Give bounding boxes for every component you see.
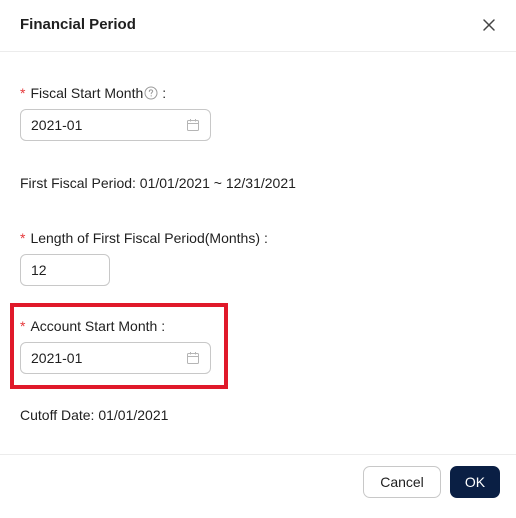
- length-first-period-value: 12: [31, 262, 47, 278]
- ok-button[interactable]: OK: [450, 466, 500, 498]
- account-start-month-label-text: Account Start Month: [30, 318, 158, 334]
- required-mark: *: [20, 230, 26, 246]
- footer-divider: [0, 454, 516, 455]
- financial-period-dialog: Financial Period * Fiscal Start Month : …: [0, 0, 516, 518]
- length-first-period-label: * Length of First Fiscal Period(Months) …: [20, 230, 268, 246]
- label-colon: :: [263, 230, 268, 246]
- length-first-period-input[interactable]: 12: [20, 254, 110, 286]
- length-first-period-label-text: Length of First Fiscal Period(Months): [30, 230, 260, 246]
- calendar-icon[interactable]: [186, 351, 200, 365]
- calendar-icon[interactable]: [186, 118, 200, 132]
- close-icon[interactable]: [479, 15, 499, 35]
- fiscal-start-month-value: 2021-01: [31, 117, 83, 133]
- label-colon: :: [162, 85, 167, 101]
- cancel-button[interactable]: Cancel: [363, 466, 441, 498]
- account-start-month-picker[interactable]: 2021-01: [20, 342, 211, 374]
- dialog-header: Financial Period: [0, 0, 516, 52]
- dialog-title: Financial Period: [20, 16, 136, 33]
- cutoff-date-text: Cutoff Date: 01/01/2021: [20, 407, 169, 423]
- question-circle-icon[interactable]: [144, 86, 158, 100]
- required-mark: *: [20, 85, 26, 101]
- required-mark: *: [20, 318, 26, 334]
- fiscal-start-month-picker[interactable]: 2021-01: [20, 109, 211, 141]
- account-start-month-label: * Account Start Month :: [20, 318, 165, 334]
- fiscal-start-month-label-text: Fiscal Start Month: [30, 85, 144, 101]
- fiscal-start-month-label: * Fiscal Start Month :: [20, 85, 166, 101]
- account-start-month-value: 2021-01: [31, 350, 83, 366]
- label-colon: :: [161, 318, 166, 334]
- first-fiscal-period-text: First Fiscal Period: 01/01/2021 ~ 12/31/…: [20, 175, 296, 191]
